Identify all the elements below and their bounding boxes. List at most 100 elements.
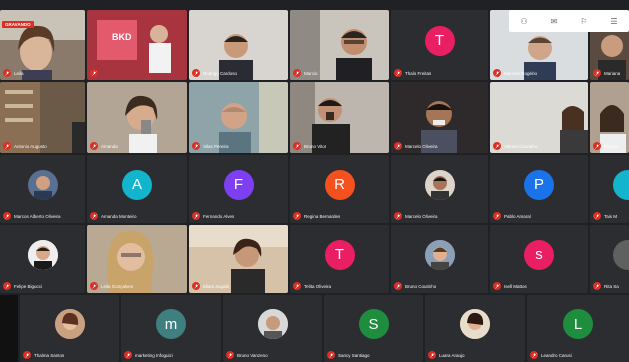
participant-tile[interactable]: Vittoria Carvalho [490,82,588,153]
participant-name: Regina Bernardes [304,213,341,219]
mic-muted-icon [23,351,31,359]
participant-tile[interactable]: Bruno Vitor [290,82,389,153]
participant-name: Amanda [101,143,118,149]
participant-tile[interactable]: Silas Pereira [189,82,288,153]
mic-muted-icon [192,69,200,77]
participant-tile[interactable]: Bruno Coutinho [391,225,488,293]
participant-photo-avatar [424,239,455,270]
participant-tile[interactable]: Rodrigo Cardoso [189,10,288,80]
participant-tile[interactable]: GRAVANDO Leila [0,10,85,80]
participant-photo-avatar [27,239,58,270]
mic-muted-icon [428,351,436,359]
participant-tile[interactable]: Amanda [87,82,187,153]
participant-name: Luara Araujo [439,352,465,358]
participant-tile[interactable]: P Pablo Amaral [490,155,588,223]
participant-photo-avatar [257,309,288,340]
mic-muted-icon [192,142,200,150]
participant-tile[interactable]: T Thaís Freitas [391,10,488,80]
side-strip [0,295,18,362]
participant-name: Leila Gonçalves [101,283,134,289]
participant-name: Sancy Santiago [338,352,370,358]
participant-name: Leila [14,70,24,76]
mic-muted-icon [593,142,601,150]
participant-tile[interactable]: S Sancy Santiago [324,295,423,362]
participant-photo-avatar [460,309,490,340]
participant-name: Bruno Vitor [304,143,327,149]
participant-avatar: m [156,309,186,340]
participant-tile[interactable]: Marcelo Oliveira [391,155,488,223]
participant-tile[interactable]: R Regina Bernardes [290,155,389,223]
participant-tile[interactable]: BKD [87,10,187,80]
participant-tile[interactable]: Antonio Augusto [0,82,85,153]
participant-tile[interactable]: Felipe Bigucci [0,225,85,293]
participant-name: Telita Oliveira [304,283,332,289]
participant-name: Marcelo Oliveira [405,143,438,149]
mic-muted-icon [593,69,601,77]
participant-tile[interactable]: L Leandro Carusi [527,295,629,362]
mic-muted-icon [293,69,301,77]
participant-name: Felipe Bigucci [14,283,43,289]
participant-tile[interactable]: Marcelo Oliveira [391,82,488,153]
participant-avatar: s [524,239,554,270]
participant-tile[interactable]: Marina [590,82,629,153]
mic-muted-icon [3,69,11,77]
participant-tile[interactable]: Thalma Santos [20,295,119,362]
participant-name: Bruno Vanzeno [237,352,268,358]
mic-muted-icon [293,212,301,220]
participant-name: Marina [604,143,618,149]
participant-name: marketing Infoguizi [135,352,173,358]
participant-tile[interactable]: s Isell Mattos [490,225,588,293]
participant-tile[interactable]: F Fernando Alves [189,155,288,223]
mic-muted-icon [493,212,501,220]
mic-muted-icon [593,282,601,290]
participant-name: Antonio Augusto [14,143,47,149]
mic-muted-icon [293,142,301,150]
participant-name: Isell Mattos [504,283,527,289]
participant-tile[interactable]: Leila Gonçalves [87,225,187,293]
participant-photo-avatar [27,169,58,200]
participant-name: Marcio [304,70,318,76]
participant-name: Mariana [604,70,621,76]
participant-name: Rita Sa [604,283,619,289]
mic-muted-icon [293,282,301,290]
people-icon[interactable]: ⚇ [520,17,527,26]
participant-avatar: F [223,169,254,200]
svg-text:BKD: BKD [112,32,132,42]
mic-muted-icon [493,282,501,290]
participant-tile[interactable]: m marketing Infoguizi [121,295,221,362]
participant-photo-avatar [54,309,85,340]
mic-muted-icon [192,212,200,220]
participant-tile[interactable]: Marcio [290,10,389,80]
participant-name: Bruno Coutinho [405,283,437,289]
participant-name: Thalma Santos [34,352,65,358]
participant-name: Fernando Alves [203,213,235,219]
participant-tile[interactable]: Eliani Zugaib [189,225,288,293]
participant-name: Marcos Alberto Oliveira [14,213,61,219]
participant-tile[interactable]: Tais M [590,155,629,223]
participant-name: Tais M [604,213,618,219]
participant-tile[interactable]: T Telita Oliveira [290,225,389,293]
mic-muted-icon [192,282,200,290]
mic-muted-icon [530,351,538,359]
participant-avatar: T [324,239,355,270]
participant-name: Rodrigo Cardoso [203,70,238,76]
participant-tile[interactable]: Luara Araujo [425,295,525,362]
participant-tile[interactable]: A Amanda Monteiro [87,155,187,223]
activities-icon[interactable]: ⚐ [580,17,587,26]
chat-icon[interactable]: ✉ [551,17,558,26]
participant-name: Eliani Zugaib [203,283,230,289]
mic-muted-icon [394,212,402,220]
mic-muted-icon [90,142,98,150]
mic-muted-icon [394,142,402,150]
participant-avatar: R [324,169,355,200]
participant-photo-avatar [613,239,629,270]
mic-muted-icon [90,69,98,77]
participant-tile[interactable]: Marcos Alberto Oliveira [0,155,85,223]
meeting-grid: GRAVANDO Leila BKD Rodrigo Cardoso Marci… [0,0,629,362]
participant-name: Leandro Carusi [541,352,572,358]
info-icon[interactable]: ☰ [610,17,617,26]
participant-tile[interactable]: Bruno Vanzeno [223,295,322,362]
participant-tile[interactable]: Rita Sa [590,225,629,293]
mic-muted-icon [226,351,234,359]
mic-muted-icon [3,142,11,150]
